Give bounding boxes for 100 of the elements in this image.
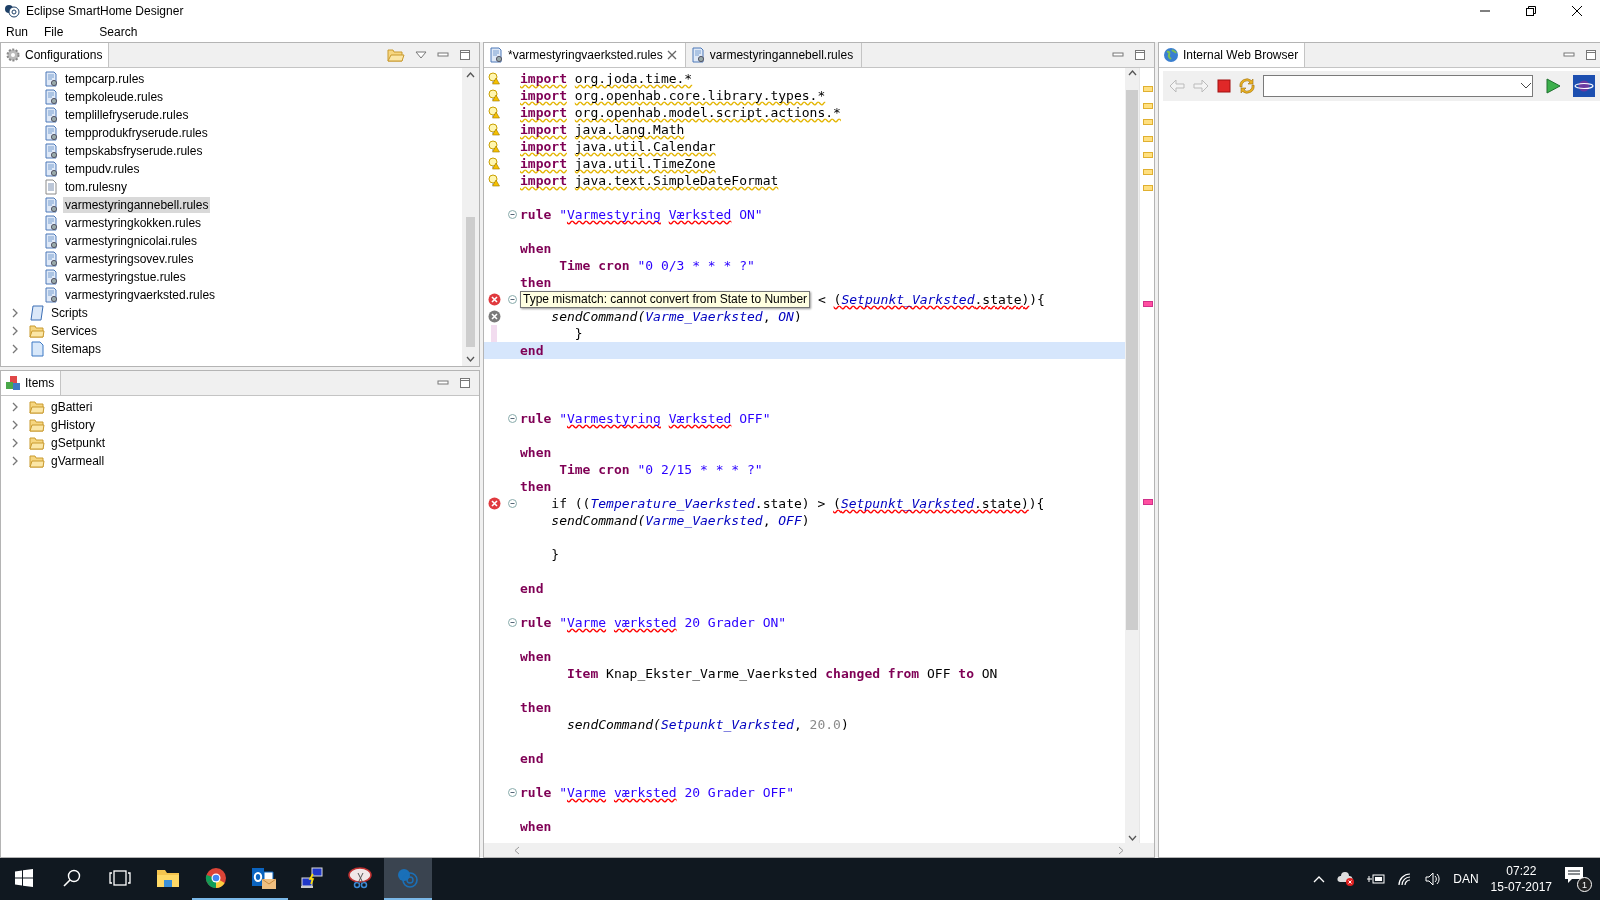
url-field[interactable]: [1263, 75, 1533, 97]
app-logo-icon: [4, 4, 20, 18]
overview-ruler-mark[interactable]: [1143, 300, 1153, 307]
search-icon: [63, 869, 81, 887]
items-tab[interactable]: Items: [1, 371, 62, 395]
file-tree-item[interactable]: tom.rulesny: [63, 179, 130, 195]
maximize-icon[interactable]: [459, 377, 471, 389]
windows-logo-icon: [15, 869, 33, 887]
maximize-icon[interactable]: [1134, 49, 1146, 61]
overview-ruler-mark[interactable]: [1143, 498, 1153, 505]
warning-bulb-icon[interactable]: [488, 123, 500, 136]
notification-button[interactable]: 1: [1564, 866, 1592, 892]
scroll-right-icon[interactable]: [1118, 845, 1124, 855]
scroll-up-icon[interactable]: [466, 72, 475, 78]
collapse-icon[interactable]: [507, 210, 517, 219]
warning-bulb-icon[interactable]: [488, 72, 500, 85]
warning-bulb-icon[interactable]: [488, 174, 500, 187]
file-tree-item[interactable]: tempskabsfryserude.rules: [63, 143, 205, 159]
scroll-up-icon[interactable]: [1127, 70, 1137, 76]
battery-plug-icon[interactable]: [1367, 873, 1386, 885]
task-view-icon: [109, 870, 131, 886]
folder-tree-item[interactable]: gVarmeall: [49, 453, 107, 469]
file-tree-item[interactable]: varmestyringannebell.rules: [63, 197, 211, 213]
file-tree-item[interactable]: varmestyringvaerksted.rules: [63, 287, 218, 303]
planet-icon[interactable]: [1573, 75, 1595, 97]
error-icon[interactable]: [487, 293, 501, 306]
collapse-icon[interactable]: [507, 788, 517, 797]
menu-item[interactable]: Run: [6, 25, 36, 39]
mail-app-icon: [251, 866, 277, 890]
warning-bulb-icon[interactable]: [488, 106, 500, 119]
folder-icon: [29, 436, 45, 450]
folder-tree-item[interactable]: Scripts: [49, 305, 90, 321]
scrollbar[interactable]: [462, 68, 479, 366]
file-tree-item[interactable]: varmestyringkokken.rules: [63, 215, 204, 231]
folder-tree-item[interactable]: Sitemaps: [49, 341, 104, 357]
code-line: sendCommand(Setpunkt_Varksted, 20.0): [565, 716, 849, 733]
file-tree-item[interactable]: tempprodukfryserude.rules: [63, 125, 210, 141]
folder-tree-item[interactable]: gSetpunkt: [49, 435, 108, 451]
folder-tree-item[interactable]: gBatteri: [49, 399, 95, 415]
rules-file-icon: [43, 233, 59, 249]
editor-tab[interactable]: *varmestyringvaerksted.rules: [484, 43, 686, 67]
scroll-left-icon[interactable]: [514, 845, 520, 855]
error-icon[interactable]: [487, 497, 501, 510]
rules-file-error-icon: [689, 47, 706, 63]
rules-file-error-icon: [488, 47, 504, 63]
window-title: Eclipse SmartHome Designer: [26, 4, 184, 18]
warning-bulb-icon[interactable]: [488, 89, 500, 102]
folder-tree-item[interactable]: gHistory: [49, 417, 97, 433]
refresh-icon[interactable]: [1239, 78, 1255, 94]
code-line: then: [520, 274, 552, 291]
scrollbar[interactable]: [1125, 68, 1139, 843]
code-line: Item Knap_Ekster_Varme_Vaerksted changed from OFF to ON: [565, 665, 998, 682]
file-tree-item[interactable]: templillefryserude.rules: [63, 107, 191, 123]
maximize-icon[interactable]: [1585, 49, 1597, 61]
code-line: sendCommand(Varme_Vaerksted, ON): [550, 308, 802, 325]
scrollbar-thumb[interactable]: [466, 217, 475, 347]
scroll-down-icon[interactable]: [1127, 835, 1137, 841]
code-line: import org.openhab.core.library.types.*: [520, 87, 826, 104]
collapse-icon[interactable]: [507, 414, 517, 423]
cloud-error-icon[interactable]: [1337, 871, 1356, 887]
scroll-down-icon[interactable]: [466, 356, 475, 362]
file-tree-item[interactable]: tempkoleude.rules: [63, 89, 166, 105]
warning-bulb-icon[interactable]: [488, 140, 500, 153]
play-icon[interactable]: [1545, 78, 1561, 94]
collapse-icon[interactable]: [507, 295, 517, 304]
maximize-icon[interactable]: [459, 49, 471, 61]
configurations-tab[interactable]: Configurations: [1, 43, 110, 67]
file-tree-item[interactable]: varmestyringnicolai.rules: [63, 233, 200, 249]
close-icon: [1572, 6, 1582, 16]
input-language[interactable]: DAN: [1453, 872, 1479, 886]
scrollbar-thumb[interactable]: [1126, 90, 1138, 630]
code-line: }: [573, 325, 583, 342]
folder-icon: [29, 400, 45, 414]
file-tree-item[interactable]: varmestyringstue.rules: [63, 269, 188, 285]
browser-tab[interactable]: Internal Web Browser: [1159, 43, 1306, 67]
speaker-icon[interactable]: [1425, 872, 1442, 886]
code-line: when: [520, 444, 552, 461]
folder-icon: [156, 868, 180, 888]
file-tree-item[interactable]: tempcarp.rules: [63, 71, 147, 87]
rules-file-icon: [43, 89, 59, 105]
warning-bulb-icon[interactable]: [488, 157, 500, 170]
code-line: end: [520, 580, 544, 597]
code-line: rule "Varmestyring Værksted ON": [520, 206, 763, 223]
code-line: import org.joda.time.*: [520, 70, 693, 87]
menu-item[interactable]: File: [44, 25, 72, 39]
file-tree-item[interactable]: varmestyringsovev.rules: [63, 251, 196, 267]
collapse-icon[interactable]: [507, 618, 517, 627]
file-tree-item[interactable]: tempudv.rules: [63, 161, 142, 177]
chevron-up-icon[interactable]: [1313, 875, 1326, 883]
horizontal-scrollbar[interactable]: [484, 843, 1154, 857]
code-line: rule "Varme værksted 20 Grader ON": [520, 614, 787, 631]
clock[interactable]: 07:22 15-07-2017: [1490, 863, 1552, 895]
close-icon[interactable]: [666, 50, 677, 60]
rules-file-icon: [43, 251, 59, 267]
menu-item[interactable]: Search: [99, 25, 146, 39]
error-icon[interactable]: [487, 310, 501, 323]
scroll-icon: [29, 305, 45, 321]
folder-tree-item[interactable]: Services: [49, 323, 99, 339]
collapse-icon[interactable]: [507, 499, 517, 508]
dropdown-icon[interactable]: [1520, 82, 1532, 90]
